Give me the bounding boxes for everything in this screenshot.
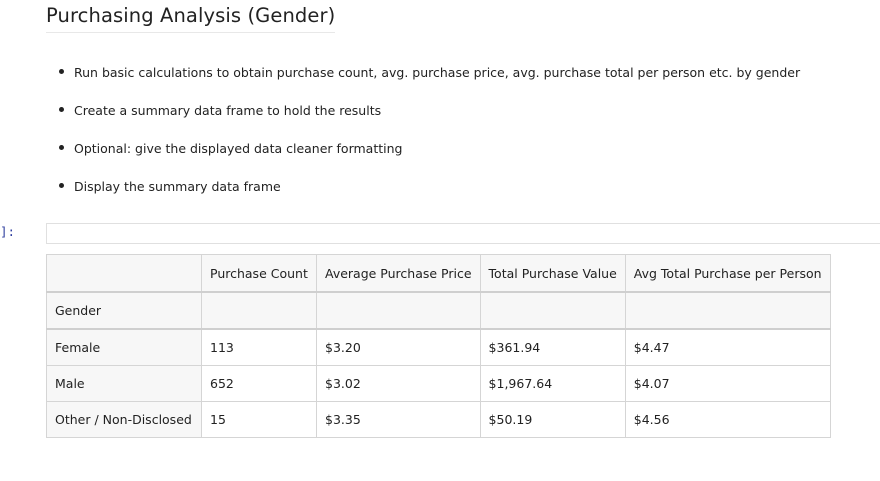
column-header-average-purchase-price: Average Purchase Price <box>316 254 481 293</box>
task-text: Optional: give the displayed data cleane… <box>74 141 403 156</box>
column-header-blank <box>46 254 202 293</box>
row-label: Male <box>46 365 202 402</box>
task-list-item: Optional: give the displayed data cleane… <box>46 140 800 178</box>
column-header-total-purchase-value: Total Purchase Value <box>479 254 626 293</box>
avg-per-person-cell: $4.07 <box>624 365 831 402</box>
column-header-row: Purchase Count Average Purchase Price To… <box>46 254 831 293</box>
bullet-icon <box>59 69 64 74</box>
column-header-avg-total-per-person: Avg Total Purchase per Person <box>624 254 831 293</box>
bullet-icon <box>59 145 64 150</box>
avg-per-person-cell: $4.47 <box>624 328 831 366</box>
average-price-cell: $3.20 <box>316 328 481 366</box>
task-text: Run basic calculations to obtain purchas… <box>74 65 801 80</box>
task-list-item: Display the summary data frame <box>46 178 800 216</box>
row-label: Other / Non-Disclosed <box>46 401 202 438</box>
task-list-item: Create a summary data frame to hold the … <box>46 102 800 140</box>
total-value-cell: $361.94 <box>479 328 626 366</box>
total-value-cell: $50.19 <box>479 401 626 438</box>
purchase-count-cell: 15 <box>201 401 317 438</box>
table-row: Other / Non-Disclosed 15 $3.35 $50.19 $4… <box>46 401 831 438</box>
row-label: Female <box>46 328 202 366</box>
bullet-icon <box>59 107 64 112</box>
total-value-cell: $1,967.64 <box>479 365 626 402</box>
index-name-row: Gender <box>46 291 831 330</box>
cell-prompt: ]: <box>0 224 16 239</box>
average-price-cell: $3.35 <box>316 401 481 438</box>
empty-cell <box>201 291 317 330</box>
section-heading: Purchasing Analysis (Gender) <box>46 4 336 33</box>
empty-cell <box>316 291 481 330</box>
index-name: Gender <box>46 291 202 330</box>
column-header-purchase-count: Purchase Count <box>201 254 317 293</box>
table-row: Female 113 $3.20 $361.94 $4.47 <box>46 328 831 366</box>
average-price-cell: $3.02 <box>316 365 481 402</box>
purchase-count-cell: 113 <box>201 328 317 366</box>
task-list: Run basic calculations to obtain purchas… <box>46 64 800 216</box>
code-cell-input[interactable] <box>46 223 880 244</box>
task-list-item: Run basic calculations to obtain purchas… <box>46 64 800 102</box>
task-text: Create a summary data frame to hold the … <box>74 103 382 118</box>
summary-dataframe: Purchase Count Average Purchase Price To… <box>46 254 831 438</box>
avg-per-person-cell: $4.56 <box>624 401 831 438</box>
empty-cell <box>479 291 626 330</box>
table-row: Male 652 $3.02 $1,967.64 $4.07 <box>46 365 831 402</box>
empty-cell <box>624 291 831 330</box>
task-text: Display the summary data frame <box>74 179 281 194</box>
purchase-count-cell: 652 <box>201 365 317 402</box>
bullet-icon <box>59 183 64 188</box>
